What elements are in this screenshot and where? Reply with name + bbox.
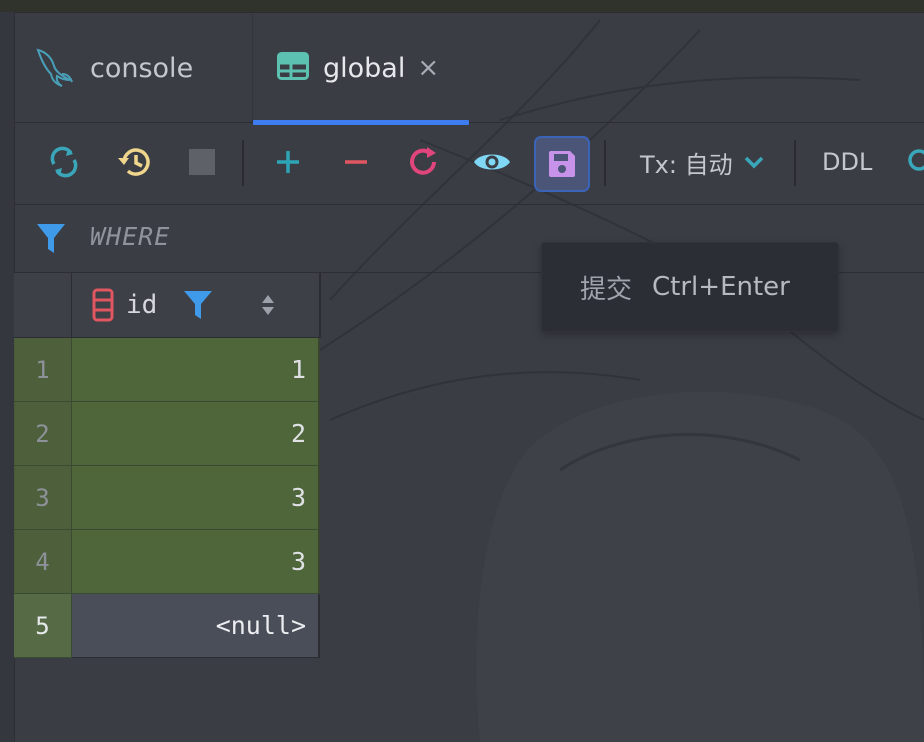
grid-corner[interactable]	[14, 273, 72, 338]
mysql-dolphin-icon	[32, 44, 76, 92]
table-row[interactable]: 5 <null>	[14, 594, 320, 658]
history-clock-icon	[118, 148, 150, 176]
toolbar-separator	[794, 140, 796, 186]
ddl-label: DDL	[822, 148, 873, 176]
left-gutter	[0, 12, 15, 742]
column-header-id[interactable]: id	[72, 273, 321, 338]
refresh-button[interactable]	[36, 134, 92, 190]
row-number: 2	[14, 402, 72, 466]
close-icon[interactable]: ×	[417, 53, 439, 83]
plus-icon	[277, 151, 299, 173]
table-cell-id[interactable]: 1	[72, 338, 320, 402]
row-number: 1	[14, 338, 72, 402]
stop-square-icon	[189, 149, 215, 175]
row-number: 4	[14, 530, 72, 594]
reload-icon	[410, 147, 436, 175]
tab-global[interactable]: global ×	[252, 14, 469, 125]
delete-row-button[interactable]	[328, 134, 384, 190]
sort-updown-icon[interactable]	[261, 294, 275, 316]
tooltip-text: 提交	[580, 274, 633, 305]
table-row[interactable]: 2 2	[14, 402, 320, 466]
history-button[interactable]	[106, 134, 162, 190]
transaction-mode-dropdown[interactable]: Tx: 自动	[640, 134, 765, 190]
row-number: 3	[14, 466, 72, 530]
tab-bar: console global ×	[14, 14, 924, 125]
minus-icon	[345, 160, 367, 164]
search-icon	[908, 149, 924, 171]
view-button[interactable]	[464, 134, 520, 190]
where-filter-label[interactable]: WHERE	[90, 222, 170, 251]
tab-console-label: console	[90, 52, 194, 84]
table-cell-id[interactable]: 2	[72, 402, 320, 466]
table-row[interactable]: 3 3	[14, 466, 320, 530]
chevron-down-icon	[744, 156, 763, 169]
add-row-button[interactable]	[260, 134, 316, 190]
save-icon	[549, 151, 575, 177]
column-name: id	[126, 290, 158, 320]
top-strip	[0, 0, 924, 13]
table-cell-id[interactable]: 3	[72, 466, 320, 530]
filter-funnel-icon	[37, 224, 65, 253]
filter-funnel-icon[interactable]	[183, 289, 213, 321]
toolbar-separator	[604, 140, 606, 186]
row-number: 5	[14, 594, 72, 658]
table-icon	[277, 52, 309, 84]
toolbar: Tx: 自动 DDL	[14, 124, 924, 205]
table-cell-id[interactable]: 3	[72, 530, 320, 594]
table-row[interactable]: 4 3	[14, 530, 320, 594]
transaction-mode-label: Tx: 自动	[640, 150, 733, 179]
stop-button[interactable]	[174, 134, 230, 190]
tab-console[interactable]: console	[32, 14, 252, 122]
column-key-icon	[92, 288, 114, 322]
tab-global-label: global	[323, 52, 406, 84]
table-cell-id[interactable]: <null>	[72, 594, 320, 658]
toolbar-separator	[242, 140, 244, 186]
eye-icon	[474, 154, 510, 170]
table-row[interactable]: 1 1	[14, 338, 320, 402]
ddl-button[interactable]: DDL	[822, 134, 924, 190]
sync-arrows-icon	[50, 146, 78, 178]
revert-button[interactable]	[396, 134, 452, 190]
submit-button[interactable]	[534, 136, 590, 192]
submit-tooltip: 提交 Ctrl+Enter	[541, 242, 839, 332]
tooltip-shortcut: Ctrl+Enter	[652, 272, 790, 302]
